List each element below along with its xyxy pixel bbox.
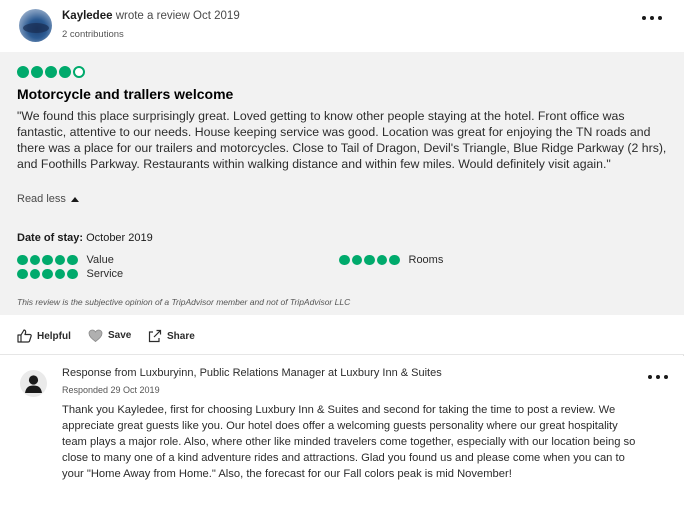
review-card: Kayledee wrote a review Oct 2019 2 contr… <box>0 0 684 507</box>
review-title: Motorcycle and trallers welcome <box>17 86 234 102</box>
share-label: Share <box>167 330 195 342</box>
helpful-label: Helpful <box>37 330 71 342</box>
rating-bubble-filled <box>389 254 400 266</box>
rating-bubble-filled <box>54 268 65 280</box>
rating-bubble-filled <box>17 268 28 280</box>
rating-bubble-filled <box>45 66 57 78</box>
owner-response: Response from Luxburyinn, Public Relatio… <box>0 356 684 507</box>
share-icon <box>148 329 162 343</box>
reviewer-name[interactable]: Kayledee <box>62 10 113 22</box>
read-less-toggle[interactable]: Read less <box>17 193 79 205</box>
sub-rating-label: Service <box>86 268 124 280</box>
review-text: "We found this place surprisingly great.… <box>17 109 667 171</box>
reviewer-avatar[interactable] <box>19 9 52 42</box>
review-disclaimer: This review is the subjective opinion of… <box>17 297 351 307</box>
more-options-icon[interactable] <box>648 371 668 383</box>
overall-rating <box>17 66 85 78</box>
rating-bubble-filled <box>29 254 40 266</box>
rating-bubble-filled <box>29 268 40 280</box>
date-of-stay-value: October 2019 <box>83 232 153 244</box>
caret-up-icon <box>70 196 79 202</box>
sub-rating-label: Value <box>86 254 114 266</box>
response-text: Thank you Kayledee, first for choosing L… <box>62 404 636 480</box>
rating-bubble-empty <box>73 66 85 78</box>
date-of-stay: Date of stay: October 2019 <box>17 232 153 244</box>
rating-bubble-filled <box>42 254 53 266</box>
save-button[interactable]: Save <box>88 329 131 342</box>
service-rating-bubbles <box>17 268 78 280</box>
rating-bubble-filled <box>376 254 387 266</box>
thumbs-up-icon <box>17 329 32 343</box>
rating-bubble-filled <box>17 66 29 78</box>
rating-bubble-filled <box>339 254 350 266</box>
sub-rating-service: Service <box>17 268 123 280</box>
sub-rating-rooms: Rooms <box>339 254 443 266</box>
response-date: Responded 29 Oct 2019 <box>62 385 160 395</box>
value-rating-bubbles <box>17 254 78 266</box>
heart-icon <box>88 329 103 342</box>
sub-rating-value: Value <box>17 254 114 266</box>
save-label: Save <box>108 330 132 341</box>
rating-bubble-filled <box>67 268 78 280</box>
date-of-stay-label: Date of stay: <box>17 232 84 244</box>
review-action-text: wrote a review Oct 2019 <box>112 10 240 22</box>
read-less-label: Read less <box>17 193 66 205</box>
rating-bubble-filled <box>67 254 78 266</box>
sub-rating-label: Rooms <box>408 254 444 266</box>
reviewer-line: Kayledee wrote a review Oct 2019 <box>62 10 240 22</box>
review-header: Kayledee wrote a review Oct 2019 2 contr… <box>0 0 684 52</box>
helpful-button[interactable]: Helpful <box>17 329 71 343</box>
rooms-rating-bubbles <box>339 254 400 266</box>
user-icon <box>20 370 47 397</box>
review-actions: Helpful Save Share <box>0 315 684 355</box>
rating-bubble-filled <box>31 66 43 78</box>
rating-bubble-filled <box>351 254 362 266</box>
rating-bubble-filled <box>54 254 65 266</box>
share-button[interactable]: Share <box>148 329 195 343</box>
rating-bubble-filled <box>42 268 53 280</box>
rating-bubble-filled <box>59 66 71 78</box>
contributions-count: 2 contributions <box>62 29 124 40</box>
review-body: Motorcycle and trallers welcome "We foun… <box>0 52 684 315</box>
more-options-icon[interactable] <box>642 12 662 24</box>
rating-bubble-filled <box>17 254 28 266</box>
response-title: Response from Luxburyinn, Public Relatio… <box>62 367 442 379</box>
rating-bubble-filled <box>364 254 375 266</box>
